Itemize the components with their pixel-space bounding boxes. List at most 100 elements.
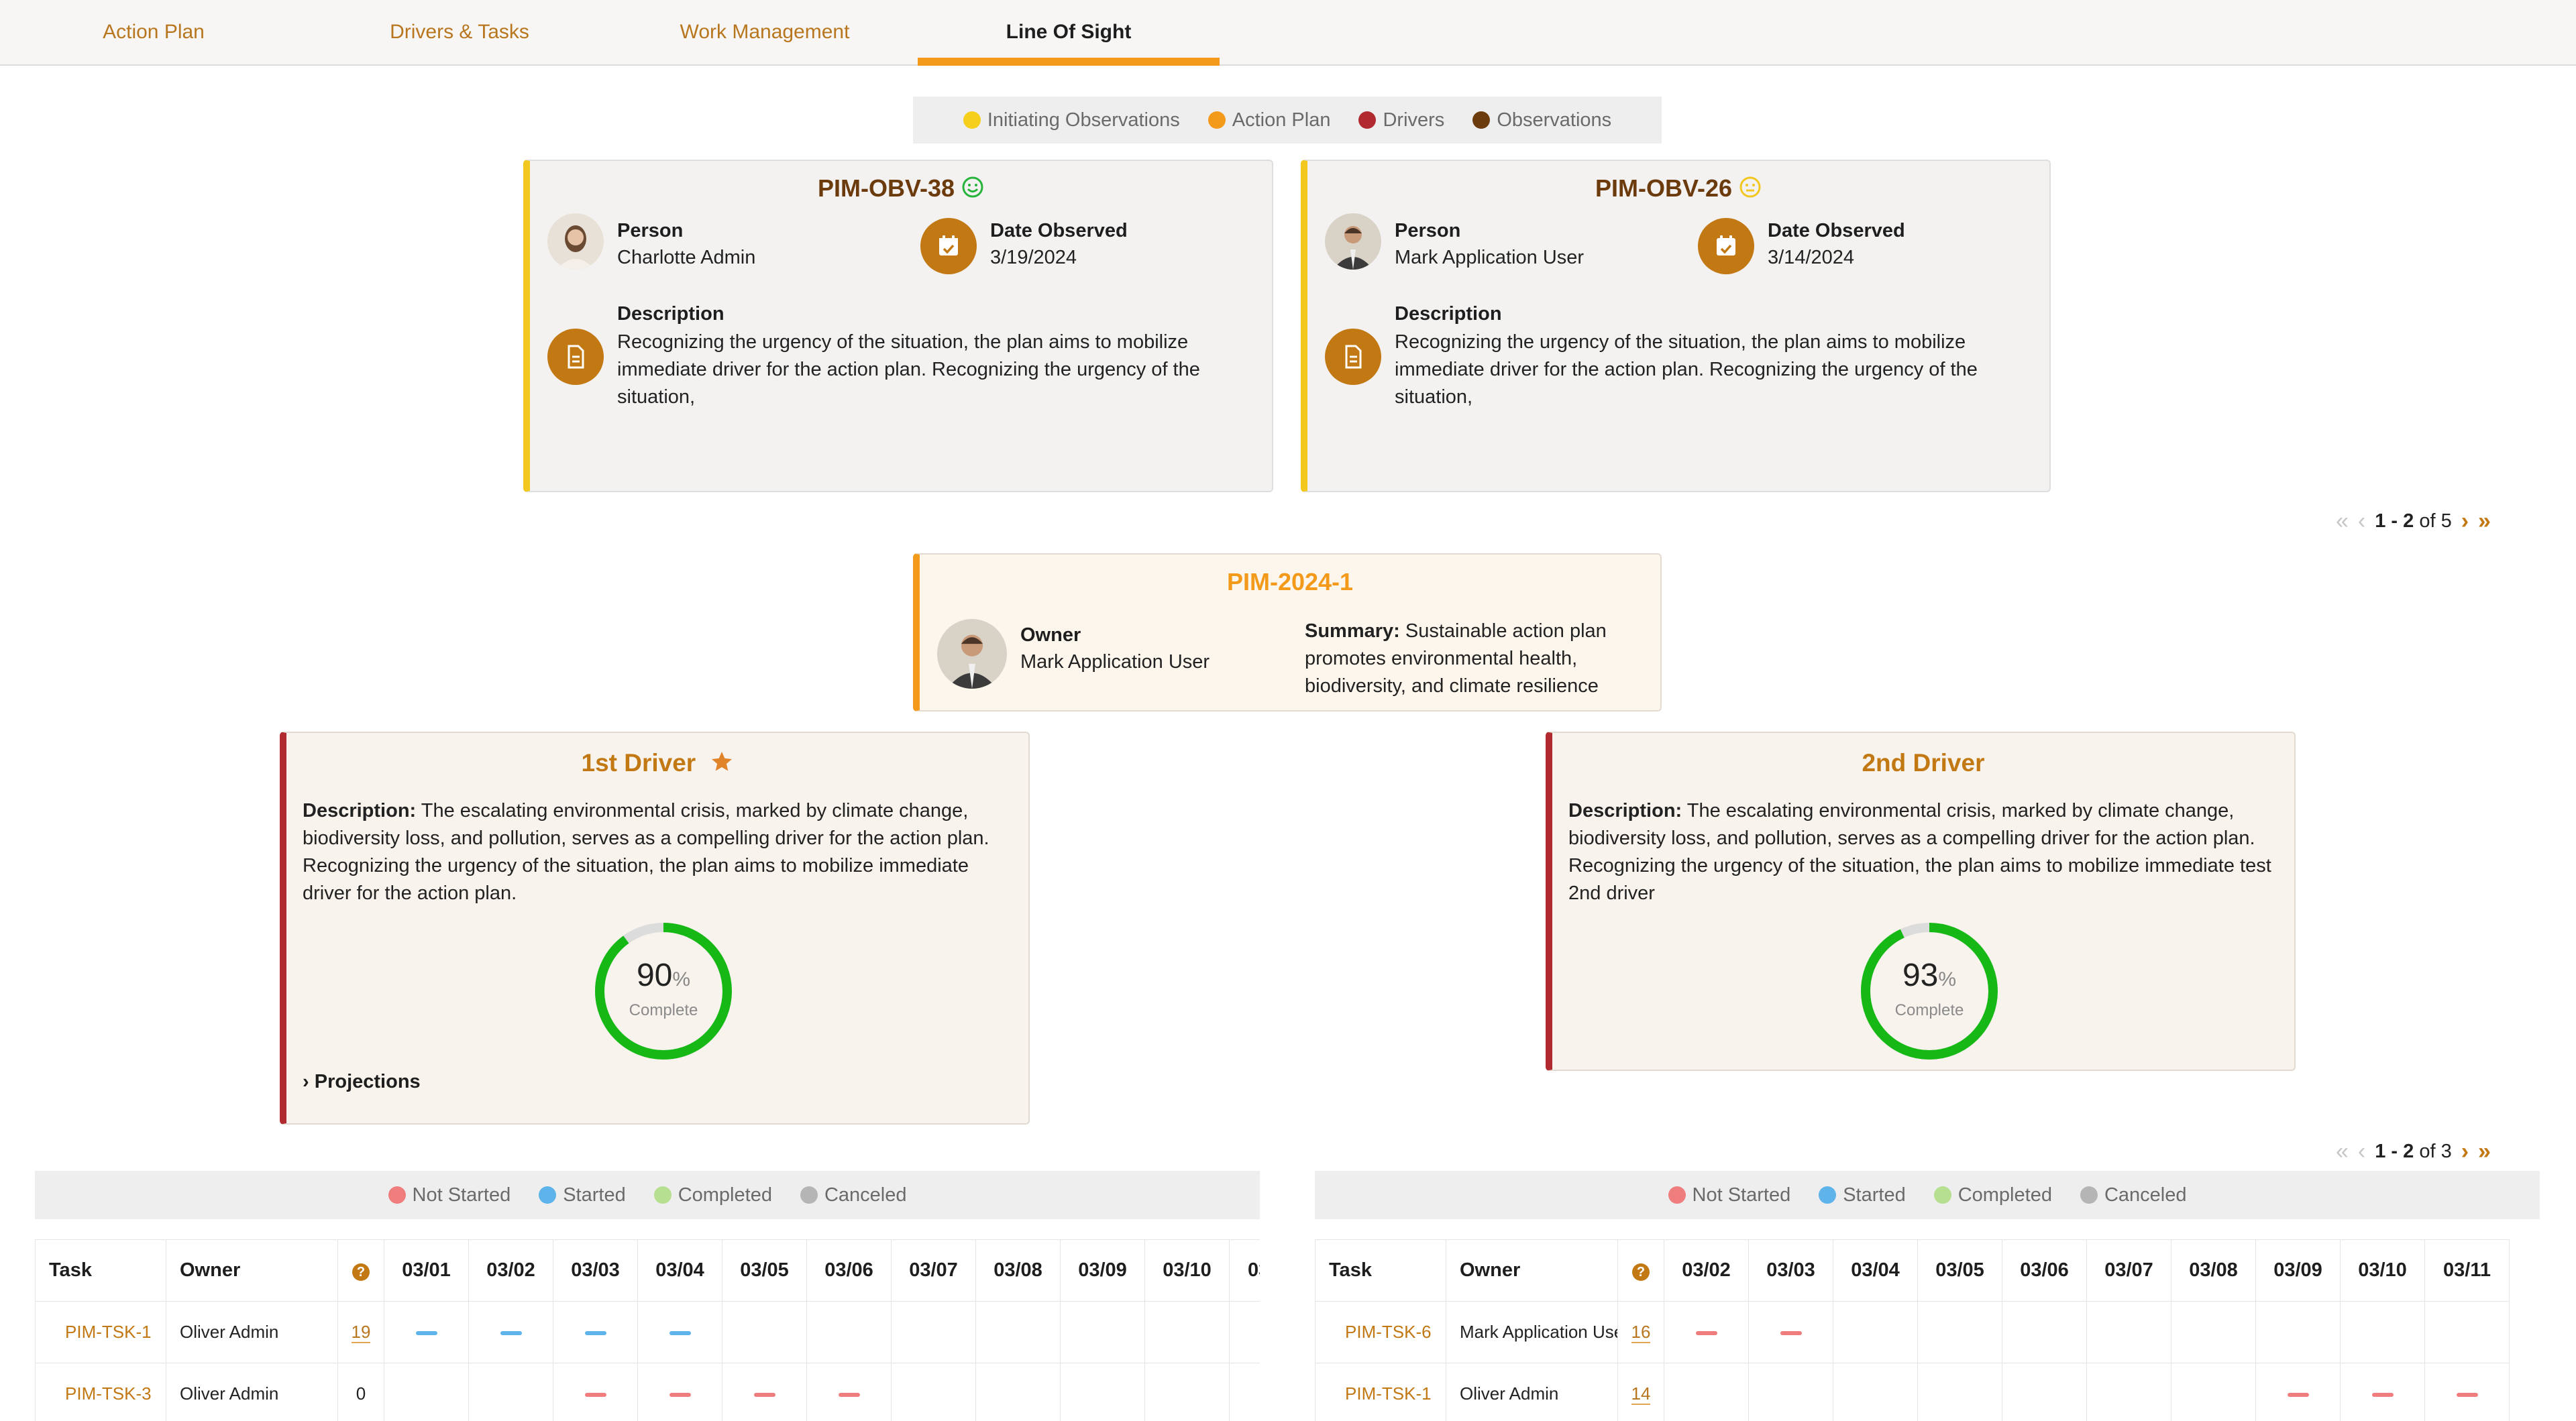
action-plan-card[interactable]: PIM-2024-1 Owner Mark Application User S… [913,553,1662,712]
task-link[interactable]: PIM-TSK-6 [1315,1301,1446,1363]
day-column-header: 03/09 [2255,1239,2341,1302]
gantt-bar[interactable] [753,1393,775,1398]
task-link[interactable]: PIM-TSK-1 [35,1301,166,1363]
day-cell [2171,1363,2256,1421]
complete-label: Complete [1894,1001,1964,1019]
task-count-cell[interactable]: 16 [1617,1301,1664,1363]
day-column-header: 03/07 [891,1239,976,1302]
first-page-icon[interactable]: « [2336,510,2349,532]
day-cell [1229,1301,1260,1363]
help-icon[interactable]: ? [352,1263,370,1281]
legend-label: Completed [678,1184,772,1206]
summary-label: Summary: [1305,620,1400,642]
observation-card[interactable]: PIM-OBV-26 Person Mark Application User … [1301,160,2051,492]
task-count-cell: 0 [337,1363,384,1421]
not-started-dot [388,1186,406,1204]
projections-toggle[interactable]: › Projections [303,1071,421,1093]
gantt-bar[interactable] [415,1331,437,1336]
gantt-bar[interactable] [669,1393,691,1398]
started-dot [539,1186,557,1204]
day-column-header: 03/02 [468,1239,553,1302]
day-cell [553,1363,638,1421]
task-link[interactable]: PIM-TSK-1 [1315,1363,1446,1421]
table-row: PIM-TSK-6 Mark Application User 16 [1315,1301,2510,1363]
owner-column-header: Owner [1446,1239,1618,1302]
last-page-icon[interactable]: » [2478,1140,2491,1163]
driver-name: 1st Driver [581,749,696,777]
help-column-header: ? [1617,1239,1664,1302]
day-column-header: 03/04 [637,1239,722,1302]
observation-card[interactable]: PIM-OBV-38 Person Charlotte Admin Date O… [523,160,1273,492]
gantt-bar[interactable] [1695,1331,1717,1336]
task-count-cell[interactable]: 19 [337,1301,384,1363]
description-text: Recognizing the urgency of the situation… [1395,331,1978,408]
day-cell [975,1363,1061,1421]
legend-item: Drivers [1358,109,1444,131]
task-owner: Oliver Admin [166,1301,338,1363]
legend-item: Started [1819,1184,1906,1206]
drivers-dot [1358,111,1377,129]
task-count-cell[interactable]: 14 [1617,1363,1664,1421]
gantt-bar[interactable] [500,1331,522,1336]
initiating-observations-dot [963,111,981,129]
gantt-bar[interactable] [2287,1393,2309,1398]
day-cell [2002,1301,2087,1363]
person-value: Mark Application User [1395,247,1585,268]
canceled-dot [2080,1186,2098,1204]
tab-line-of-sight[interactable]: Line Of Sight [918,0,1220,66]
help-icon[interactable]: ? [1632,1263,1650,1281]
gantt-bar[interactable] [838,1393,860,1398]
day-column-header: 03/05 [1917,1239,2002,1302]
day-cell [1060,1301,1145,1363]
gantt-bar[interactable] [2371,1393,2394,1398]
gantt-bar[interactable] [669,1331,691,1336]
next-page-icon[interactable]: › [2461,510,2469,532]
avatar [1325,213,1381,270]
tab-drivers-tasks[interactable]: Drivers & Tasks [309,0,610,64]
summary-text: Sustainable action plan [1405,620,1607,642]
driver-card[interactable]: 2nd Driver Description: The escalating e… [1546,732,2296,1071]
gantt-header-row: Task Owner? 03/01 03/02 03/03 03/04 03/05 03/06… [35,1239,1260,1302]
star-icon [710,750,734,780]
next-page-icon[interactable]: › [2461,1140,2469,1163]
day-cell [806,1301,892,1363]
tab-action-plan[interactable]: Action Plan [3,0,305,64]
last-page-icon[interactable]: » [2478,510,2491,532]
action-plan-dot [1208,111,1226,129]
day-cell [2171,1301,2256,1363]
gantt-bar[interactable] [584,1393,606,1398]
legend-item: Initiating Observations [963,109,1180,131]
first-page-icon[interactable]: « [2336,1140,2349,1163]
prev-page-icon[interactable]: ‹ [2358,510,2365,532]
help-column-header: ? [337,1239,384,1302]
legend-label: Started [1843,1184,1906,1206]
happy-face-icon [961,176,984,205]
day-column-header: 03/09 [1060,1239,1145,1302]
day-column-header: 03/06 [2002,1239,2087,1302]
not-started-dot [1668,1186,1686,1204]
driver-card[interactable]: 1st Driver Description: The escalating e… [280,732,1030,1125]
driver-description: Description: The escalating environmenta… [1568,797,2279,907]
task-link[interactable]: PIM-TSK-3 [35,1363,166,1421]
gantt-bar[interactable] [2456,1393,2478,1398]
day-cell [2086,1301,2171,1363]
gantt-bar[interactable] [584,1331,606,1336]
day-column-header: 03/02 [1664,1239,1749,1302]
description-label: Description: [303,800,417,821]
avatar [547,213,604,270]
canceled-dot [800,1186,818,1204]
tab-work-management[interactable]: Work Management [614,0,916,64]
task-gantt-table: Task Owner? 03/02 03/03 03/04 03/05 03/06 03/07… [1315,1239,2540,1421]
summary-text: promotes environmental health, [1305,648,1578,669]
day-column-header: 03/08 [975,1239,1061,1302]
prev-page-icon[interactable]: ‹ [2358,1140,2365,1163]
task-count[interactable]: 14 [1631,1383,1651,1405]
day-cell [891,1363,976,1421]
task-count[interactable]: 16 [1631,1322,1651,1343]
task-count[interactable]: 19 [351,1322,371,1343]
tab-bar: Action Plan Drivers & Tasks Work Managem… [0,0,2576,66]
day-column-header: 03/03 [1748,1239,1833,1302]
gantt-bar[interactable] [1780,1331,1802,1336]
status-legend: Not Started Started Completed Canceled [1315,1171,2540,1219]
day-cell [722,1363,807,1421]
